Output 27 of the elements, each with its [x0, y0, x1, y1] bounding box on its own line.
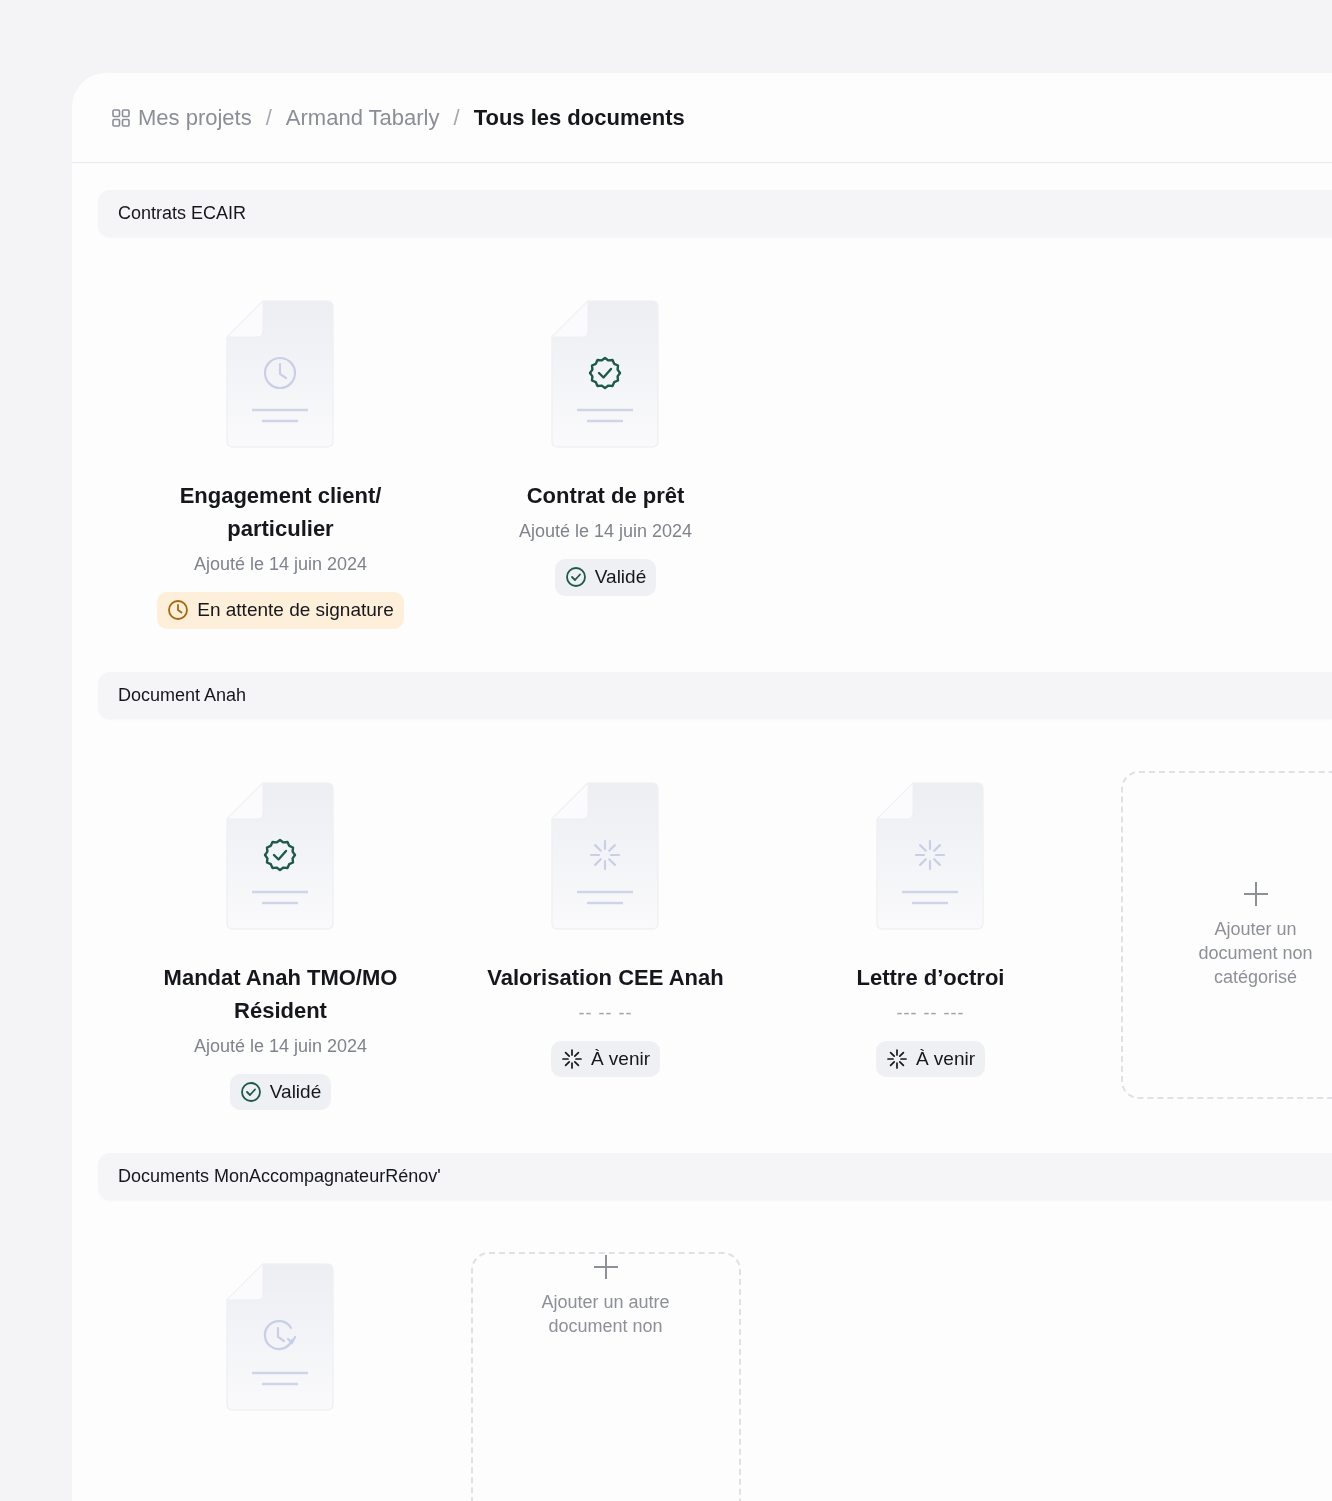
section-header: Document Anah — [98, 671, 1332, 719]
breadcrumb-separator: / — [453, 104, 460, 132]
breadcrumb-link[interactable]: Armand Tabarly — [285, 101, 440, 134]
plus-icon — [1242, 880, 1269, 907]
breadcrumb-link[interactable]: Mes projets — [112, 101, 252, 134]
status-badge: À venir — [875, 1040, 986, 1077]
document-date: -- -- -- — [578, 1001, 633, 1025]
status-badge: En attente de signature — [157, 592, 404, 629]
document-title: Lettre d’octroi — [856, 963, 1005, 992]
document-title: Engagement client/ particulier — [179, 482, 382, 543]
plus-icon — [592, 1254, 619, 1280]
document-date: Ajouté le 14 juin 2024 — [193, 553, 368, 576]
status-badge: Validé — [554, 559, 657, 596]
section-header: Documents MonAccompagnateurRénov' — [98, 1153, 1332, 1200]
document-date: --- -- --- — [896, 1001, 965, 1025]
document-title: Mandat Anah TMO/MO Résident — [163, 963, 398, 1025]
breadcrumb-current[interactable]: Tous les documents — [473, 101, 685, 134]
document-title: Contrat de prêt — [526, 482, 685, 510]
document-date: Ajouté le 14 juin 2024 — [193, 1034, 368, 1058]
status-badge: À venir — [550, 1040, 661, 1077]
document-title: Valorisation CEE Anah — [487, 963, 724, 992]
add-document-button[interactable]: Ajouter un document non catégorisé — [1120, 770, 1332, 1099]
status-badge: Validé — [229, 1073, 332, 1110]
document-date: Ajouté le 14 juin 2024 — [518, 520, 693, 543]
add-document-button[interactable]: Ajouter un autre document non — [470, 1252, 741, 1501]
section-header: Contrats ECAIR — [98, 190, 1332, 237]
breadcrumb-separator: / — [265, 104, 272, 132]
